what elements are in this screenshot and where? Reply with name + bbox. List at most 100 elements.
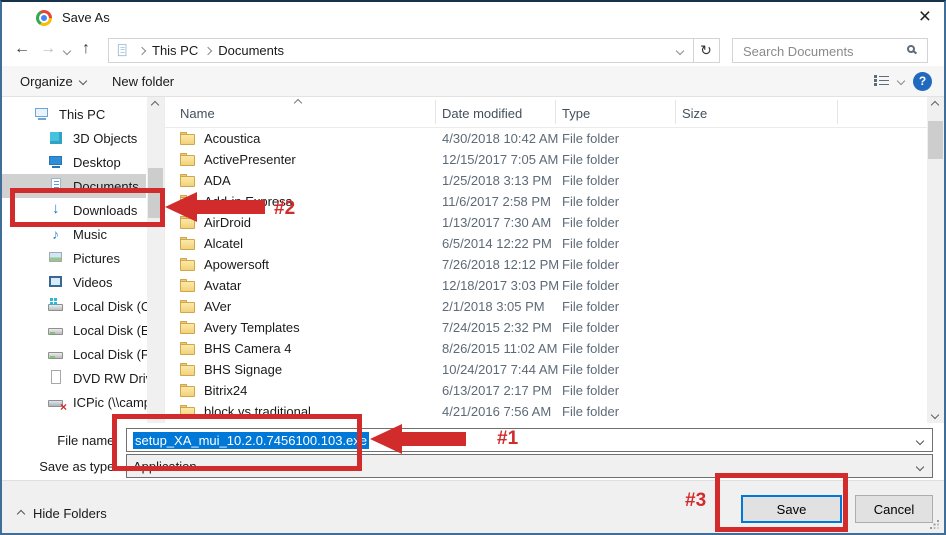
sidebar-item[interactable]: This PC <box>2 102 146 126</box>
file-name: Avatar <box>204 278 442 293</box>
resize-grip[interactable] <box>930 520 939 529</box>
video-icon <box>48 274 66 290</box>
file-date-modified: 1/25/2018 3:13 PM <box>442 173 562 188</box>
sidebar-item[interactable]: Music <box>2 222 146 246</box>
location-document-icon <box>115 44 130 58</box>
column-header-size[interactable]: Size <box>682 106 707 121</box>
folder-icon <box>180 152 198 168</box>
column-header-date-modified[interactable]: Date modified <box>442 106 522 121</box>
sidebar-item-label: Pictures <box>73 251 120 266</box>
sidebar-item-label: Local Disk (C:) <box>73 299 158 314</box>
disk-icon <box>48 346 66 362</box>
file-date-modified: 12/15/2017 7:05 AM <box>442 152 562 167</box>
sidebar-item[interactable]: Videos <box>2 270 146 294</box>
address-bar[interactable]: This PC Documents <box>108 38 694 63</box>
file-name: BHS Camera 4 <box>204 341 442 356</box>
close-icon[interactable]: × <box>919 4 931 30</box>
save-as-type-dropdown-icon[interactable] <box>916 463 924 471</box>
scroll-down-icon[interactable] <box>931 411 939 419</box>
file-list-scrollbar[interactable] <box>927 97 944 423</box>
chrome-icon <box>36 10 52 26</box>
scroll-up-icon[interactable] <box>151 101 159 109</box>
file-type: File folder <box>562 362 682 377</box>
view-tools: ? <box>874 66 932 96</box>
file-row[interactable]: Acoustica 4/30/2018 10:42 AM File folder <box>165 128 927 149</box>
save-as-type-select[interactable]: Application <box>126 454 933 478</box>
file-row[interactable]: Bitrix24 6/13/2017 2:17 PM File folder <box>165 380 927 401</box>
sidebar-item[interactable]: Local Disk (E:) <box>2 318 146 342</box>
form-area: File name: setup_XA_mui_10.2.0.7456100.1… <box>2 423 944 480</box>
sidebar-item[interactable]: Documents <box>2 174 146 198</box>
column-header-name[interactable]: Name <box>180 106 215 121</box>
sidebar-item[interactable]: Pictures <box>2 246 146 270</box>
file-date-modified: 7/26/2018 12:12 PM <box>442 257 562 272</box>
navigation-pane: This PC 3D Objects Desktop Documents Dow… <box>2 97 164 423</box>
file-date-modified: 7/24/2015 2:32 PM <box>442 320 562 335</box>
search-icon <box>907 45 915 53</box>
file-row[interactable]: AVer 2/1/2018 3:05 PM File folder <box>165 296 927 317</box>
sidebar-item[interactable]: 3D Objects <box>2 126 146 150</box>
file-row[interactable]: Alcatel 6/5/2014 12:22 PM File folder <box>165 233 927 254</box>
file-row[interactable]: ADA 1/25/2018 3:13 PM File folder <box>165 170 927 191</box>
search-input[interactable] <box>741 41 905 62</box>
cancel-button[interactable]: Cancel <box>855 495 933 523</box>
file-date-modified: 1/13/2017 7:30 AM <box>442 215 562 230</box>
file-row[interactable]: Add-in Express 11/6/2017 2:58 PM File fo… <box>165 191 927 212</box>
sidebar-item[interactable]: DVD RW Drive <box>2 366 146 390</box>
file-name: BHS Signage <box>204 362 442 377</box>
file-name-input[interactable]: setup_XA_mui_10.2.0.7456100.103.exe <box>126 428 933 452</box>
sidebar-item[interactable]: ICPic (\\campu <box>2 390 146 414</box>
organize-button[interactable]: Organize <box>12 66 94 96</box>
up-icon[interactable]: ↑ <box>82 39 90 59</box>
breadcrumb-this-pc[interactable]: This PC <box>152 43 198 58</box>
sidebar-item-label: This PC <box>59 107 105 122</box>
back-icon[interactable]: ← <box>14 39 30 59</box>
navigation-bar: ← → ↑ This PC Documents ↻ <box>2 34 944 66</box>
refresh-button[interactable]: ↻ <box>693 38 720 63</box>
folder-icon <box>180 278 198 294</box>
forward-icon[interactable]: → <box>40 39 56 59</box>
sidebar-item[interactable]: Local Disk (F:) <box>2 342 146 366</box>
folder-icon <box>180 341 198 357</box>
folder-icon <box>180 194 198 210</box>
scrollbar-thumb[interactable] <box>148 168 163 218</box>
file-row[interactable]: Avery Templates 7/24/2015 2:32 PM File f… <box>165 317 927 338</box>
file-row[interactable]: Avatar 12/18/2017 3:03 PM File folder <box>165 275 927 296</box>
file-date-modified: 4/21/2016 7:56 AM <box>442 404 562 419</box>
sidebar-scrollbar[interactable] <box>147 97 164 423</box>
view-details-icon[interactable] <box>874 75 889 87</box>
diskos-icon <box>48 298 66 314</box>
file-row[interactable]: AirDroid 1/13/2017 7:30 AM File folder <box>165 212 927 233</box>
command-toolbar: Organize New folder ? <box>2 66 944 97</box>
scroll-down-icon[interactable] <box>151 411 159 419</box>
scroll-up-icon[interactable] <box>931 101 939 109</box>
file-row[interactable]: BHS Signage 10/24/2017 7:44 AM File fold… <box>165 359 927 380</box>
new-folder-button[interactable]: New folder <box>104 66 182 96</box>
file-type: File folder <box>562 341 682 356</box>
history-chevron-icon[interactable] <box>63 47 71 55</box>
file-name: Avery Templates <box>204 320 442 335</box>
file-row[interactable]: BHS Camera 4 8/26/2015 11:02 AM File fol… <box>165 338 927 359</box>
column-divider <box>555 100 556 124</box>
file-type: File folder <box>562 383 682 398</box>
file-name-dropdown-icon[interactable] <box>916 437 924 445</box>
file-row[interactable]: block vs traditional 4/21/2016 7:56 AM F… <box>165 401 927 422</box>
view-options-chevron-icon[interactable] <box>897 77 905 85</box>
save-as-type-value: Application <box>133 459 197 474</box>
sidebar-item[interactable]: Downloads <box>2 198 146 222</box>
sidebar-item[interactable]: Local Disk (C:) <box>2 294 146 318</box>
sidebar-item[interactable]: Desktop <box>2 150 146 174</box>
folder-icon <box>180 320 198 336</box>
column-header-type[interactable]: Type <box>562 106 590 121</box>
organize-label: Organize <box>20 74 73 89</box>
help-icon[interactable]: ? <box>913 72 932 91</box>
file-type: File folder <box>562 194 682 209</box>
address-dropdown-icon[interactable] <box>676 46 684 54</box>
file-row[interactable]: Apowersoft 7/26/2018 12:12 PM File folde… <box>165 254 927 275</box>
file-row[interactable]: ActivePresenter 12/15/2017 7:05 AM File … <box>165 149 927 170</box>
save-button[interactable]: Save <box>741 495 842 523</box>
file-type: File folder <box>562 320 682 335</box>
scrollbar-thumb[interactable] <box>928 121 943 159</box>
hide-folders-button[interactable]: Hide Folders <box>18 506 107 521</box>
breadcrumb-documents[interactable]: Documents <box>218 43 284 58</box>
